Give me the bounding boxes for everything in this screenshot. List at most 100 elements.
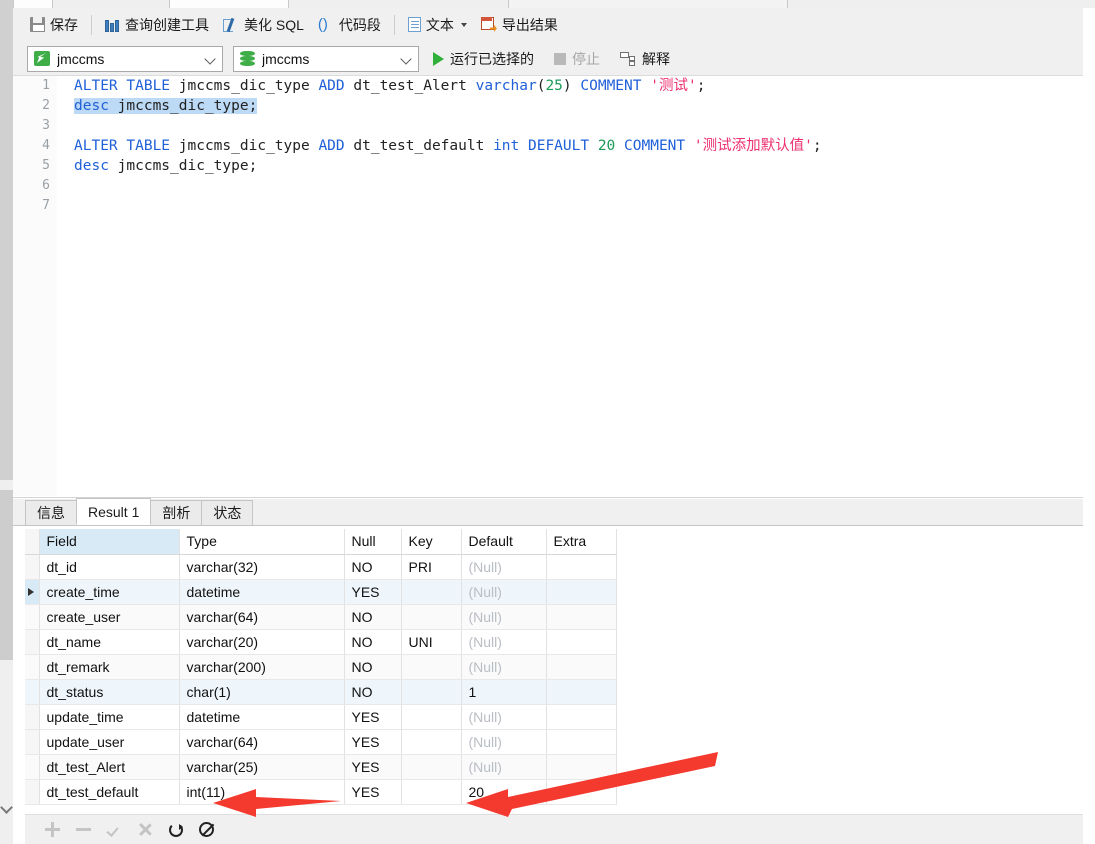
cell-type[interactable]: varchar(25) <box>179 754 345 780</box>
row-marker-cell[interactable] <box>25 754 40 780</box>
row-marker-cell[interactable] <box>25 729 40 755</box>
cell-type[interactable]: datetime <box>179 579 345 605</box>
table-row[interactable]: dt_remark varchar(200) NO (Null) <box>25 654 617 680</box>
table-row[interactable]: update_user varchar(64) YES (Null) <box>25 729 617 755</box>
cell-field[interactable]: dt_test_default <box>39 779 180 805</box>
cell-null[interactable]: YES <box>344 704 402 730</box>
cell-default[interactable]: (Null) <box>461 704 547 730</box>
table-row[interactable]: dt_test_default int(11) YES 20 <box>25 779 617 805</box>
explain-button[interactable]: 解释 <box>614 46 676 72</box>
code-line[interactable] <box>74 196 1083 216</box>
cell-key[interactable] <box>401 579 462 605</box>
cell-type[interactable]: varchar(200) <box>179 654 345 680</box>
column-header-field[interactable]: Field <box>39 529 180 555</box>
row-marker-cell[interactable] <box>25 704 40 730</box>
cell-default[interactable]: (Null) <box>461 729 547 755</box>
refresh-icon[interactable] <box>169 822 183 837</box>
chevron-down-icon[interactable] <box>205 53 216 64</box>
tab-profile[interactable]: 剖析 <box>150 500 203 525</box>
cell-default[interactable]: 1 <box>461 679 547 705</box>
cell-extra[interactable] <box>546 604 617 630</box>
row-marker-cell[interactable] <box>25 604 40 630</box>
cell-null[interactable]: YES <box>344 729 402 755</box>
tab-remnant-3[interactable] <box>508 0 788 8</box>
query-builder-button[interactable]: 查询创建工具 <box>98 12 216 38</box>
cell-extra[interactable] <box>546 579 617 605</box>
run-selected-button[interactable]: 运行已选择的 <box>427 46 540 72</box>
cell-null[interactable]: YES <box>344 754 402 780</box>
code-snippet-button[interactable]: () 代码段 <box>311 12 388 38</box>
tab-result-1[interactable]: Result 1 <box>76 498 152 525</box>
code-line[interactable]: ALTER TABLE jmccms_dic_type ADD dt_test_… <box>74 76 1083 96</box>
cell-key[interactable]: UNI <box>401 629 462 655</box>
cell-type[interactable]: varchar(64) <box>179 729 345 755</box>
cell-null[interactable]: NO <box>344 604 402 630</box>
table-row[interactable]: create_user varchar(64) NO (Null) <box>25 604 617 630</box>
cell-extra[interactable] <box>546 704 617 730</box>
column-header-default[interactable]: Default <box>461 529 547 555</box>
cell-extra[interactable] <box>546 654 617 680</box>
row-marker-cell[interactable] <box>25 554 40 580</box>
cell-field[interactable]: dt_test_Alert <box>39 754 180 780</box>
row-marker-cell[interactable] <box>25 654 40 680</box>
column-header-key[interactable]: Key <box>401 529 462 555</box>
table-row[interactable]: create_time datetime YES (Null) <box>25 579 617 605</box>
row-marker-cell[interactable] <box>25 779 40 805</box>
export-result-button[interactable]: 导出结果 <box>474 12 565 38</box>
chevron-down-icon[interactable] <box>2 803 11 812</box>
cell-null[interactable]: YES <box>344 779 402 805</box>
cell-null[interactable]: NO <box>344 629 402 655</box>
cell-type[interactable]: varchar(64) <box>179 604 345 630</box>
table-row[interactable]: update_time datetime YES (Null) <box>25 704 617 730</box>
cell-field[interactable]: create_time <box>39 579 180 605</box>
cell-key[interactable] <box>401 679 462 705</box>
result-grid[interactable]: Field Type Null Key Default Extra dt_id v… <box>25 529 1083 813</box>
editor-code-area[interactable]: ALTER TABLE jmccms_dic_type ADD dt_test_… <box>57 76 1083 496</box>
column-header-null[interactable]: Null <box>344 529 402 555</box>
tab-status[interactable]: 状态 <box>201 500 254 525</box>
cell-default[interactable]: (Null) <box>461 654 547 680</box>
cell-field[interactable]: create_user <box>39 604 180 630</box>
cell-extra[interactable] <box>546 754 617 780</box>
cell-default[interactable]: (Null) <box>461 629 547 655</box>
cell-extra[interactable] <box>546 629 617 655</box>
cell-extra[interactable] <box>546 729 617 755</box>
sql-editor[interactable]: 1 2 3 4 5 6 7 ALTER TABLE jmccms_dic_type ADD … <box>13 76 1083 496</box>
cell-default[interactable]: (Null) <box>461 554 547 580</box>
table-row[interactable]: dt_status char(1) NO 1 <box>25 679 617 705</box>
cell-type[interactable]: varchar(20) <box>179 629 345 655</box>
cell-extra[interactable] <box>546 779 617 805</box>
tab-info[interactable]: 信息 <box>25 500 77 525</box>
cell-field[interactable]: dt_status <box>39 679 180 705</box>
code-line[interactable]: ALTER TABLE jmccms_dic_type ADD dt_test_… <box>74 136 1083 156</box>
cell-key[interactable] <box>401 704 462 730</box>
cell-type[interactable]: datetime <box>179 704 345 730</box>
tab-remnant-2[interactable] <box>169 0 289 8</box>
cell-default[interactable]: 20 <box>461 779 547 805</box>
row-marker-cell[interactable] <box>25 679 40 705</box>
cell-default[interactable]: (Null) <box>461 754 547 780</box>
cell-key[interactable] <box>401 654 462 680</box>
table-row[interactable]: dt_test_Alert varchar(25) YES (Null) <box>25 754 617 780</box>
cell-type[interactable]: int(11) <box>179 779 345 805</box>
row-marker-cell[interactable] <box>25 579 40 605</box>
cell-default[interactable]: (Null) <box>461 579 547 605</box>
cell-default[interactable]: (Null) <box>461 604 547 630</box>
cell-extra[interactable] <box>546 554 617 580</box>
cell-type[interactable]: varchar(32) <box>179 554 345 580</box>
cell-key[interactable] <box>401 729 462 755</box>
cell-field[interactable]: dt_id <box>39 554 180 580</box>
column-header-extra[interactable]: Extra <box>546 529 617 555</box>
cell-key[interactable] <box>401 754 462 780</box>
cell-field[interactable]: dt_name <box>39 629 180 655</box>
column-header-type[interactable]: Type <box>179 529 345 555</box>
cell-key[interactable] <box>401 604 462 630</box>
cell-null[interactable]: NO <box>344 679 402 705</box>
table-row[interactable]: dt_id varchar(32) NO PRI (Null) <box>25 554 617 580</box>
connection-select[interactable]: jmccms <box>27 45 223 72</box>
scrollbar-thumb[interactable] <box>0 490 13 660</box>
cell-extra[interactable] <box>546 679 617 705</box>
chevron-down-icon[interactable] <box>401 53 412 64</box>
cell-null[interactable]: YES <box>344 579 402 605</box>
cell-field[interactable]: dt_remark <box>39 654 180 680</box>
